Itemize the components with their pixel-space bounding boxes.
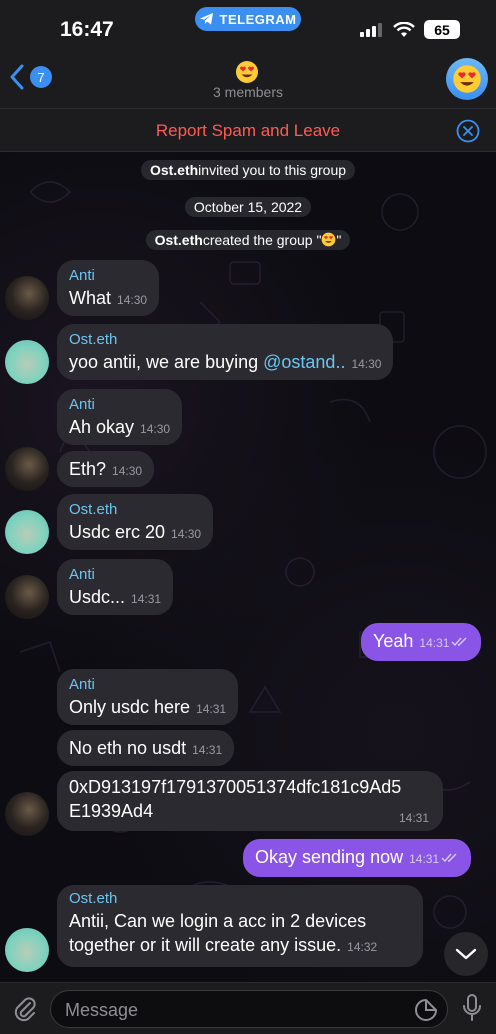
message-time: 14:30 — [351, 357, 382, 371]
message-text: What — [69, 288, 112, 308]
heart-eyes-emoji-icon — [322, 232, 336, 247]
message-input[interactable]: Message — [50, 990, 448, 1028]
report-spam-button[interactable]: Report Spam and Leave — [0, 121, 496, 141]
outgoing-message-bubble[interactable]: Yeah 14:31 — [361, 623, 482, 661]
close-icon[interactable] — [456, 119, 480, 143]
message-text-line: Antii, Can we login a acc in 2 devices — [69, 911, 367, 931]
avatar-ost-eth[interactable] — [5, 928, 49, 972]
message-text-line: together or it will create any issue. — [69, 935, 342, 955]
sender-name[interactable]: Ost.eth — [69, 330, 381, 350]
inviter-name[interactable]: Ost.eth — [150, 162, 198, 178]
avatar-anti[interactable] — [5, 447, 49, 491]
sender-name[interactable]: Ost.eth — [69, 500, 201, 520]
invite-text: invited you to this group — [198, 162, 347, 178]
message-bubble[interactable]: Ost.eth Usdc erc 20 14:30 — [57, 494, 214, 550]
message-time: 14:30 — [171, 527, 202, 541]
status-icons: 65 — [360, 20, 460, 39]
message-time: 14:30 — [117, 293, 148, 307]
message-bubble[interactable]: No eth no usdt 14:31 — [57, 730, 235, 766]
sender-name[interactable]: Ost.eth — [69, 889, 411, 909]
report-spam-bar: Report Spam and Leave — [0, 108, 496, 152]
message-bubble[interactable]: Anti Ah okay 14:30 — [57, 389, 183, 445]
message-time: 14:31 — [196, 702, 227, 716]
message-bubble[interactable]: Eth? 14:30 — [57, 451, 155, 487]
heart-eyes-emoji-icon — [453, 65, 481, 93]
message-text-line: 0xD913197f1791370051374dfc181c9Ad5 — [69, 777, 402, 797]
sticker-icon[interactable] — [415, 999, 437, 1021]
sender-name[interactable]: Anti — [69, 266, 147, 286]
group-avatar[interactable] — [446, 58, 488, 100]
avatar-ost-eth[interactable] — [5, 510, 49, 554]
message-time: 14:31 — [192, 743, 223, 757]
signal-icon — [360, 22, 382, 37]
message-text: Eth? — [69, 459, 107, 479]
creator-name[interactable]: Ost.eth — [155, 232, 203, 248]
message-text-line: E1939Ad4 — [69, 801, 154, 821]
message-text: yoo antii, we are buying — [69, 352, 264, 372]
message-bubble[interactable]: Ost.eth yoo antii, we are buying @ostand… — [57, 324, 394, 380]
double-check-icon — [451, 637, 467, 647]
message-text: Only usdc here — [69, 697, 191, 717]
attachment-icon[interactable] — [12, 995, 38, 1023]
sender-name[interactable]: Anti — [69, 565, 161, 585]
mention-link[interactable]: @ostand.. — [263, 352, 345, 372]
telegram-icon — [199, 13, 213, 25]
message-time: 14:30 — [140, 422, 171, 436]
message-text: Usdc... — [69, 587, 126, 607]
date-label: October 15, 2022 — [184, 197, 312, 217]
message-text: Yeah — [373, 631, 414, 651]
message-bubble[interactable]: Anti What 14:30 — [57, 260, 160, 316]
message-bubble[interactable]: Anti Only usdc here 14:31 — [57, 669, 239, 725]
message-text: Okay sending now — [255, 847, 404, 867]
app-pill-label: TELEGRAM — [219, 11, 297, 27]
message-text: Ah okay — [69, 417, 135, 437]
member-count: 3 members — [212, 84, 284, 100]
microphone-icon[interactable] — [462, 993, 482, 1023]
chevron-down-icon — [455, 948, 477, 960]
service-created: Ost.eth created the group " " — [0, 230, 496, 250]
scroll-to-bottom-button[interactable] — [444, 932, 488, 976]
message-time: 14:32 — [347, 940, 378, 954]
message-time: 14:31 — [398, 811, 429, 825]
message-text: No eth no usdt — [69, 738, 187, 758]
message-bubble[interactable]: Anti Usdc... 14:31 — [57, 559, 174, 615]
outgoing-message-bubble[interactable]: Okay sending now 14:31 — [243, 839, 472, 877]
service-invite: Ost.eth invited you to this group — [0, 160, 496, 180]
clock: 16:47 — [60, 18, 114, 41]
chat-header: 7 3 members — [0, 54, 496, 108]
message-time: 14:31 — [419, 636, 450, 650]
created-text: created the group " — [202, 232, 322, 248]
telegram-pill[interactable]: TELEGRAM — [195, 7, 301, 31]
sender-name[interactable]: Anti — [69, 675, 226, 695]
created-pill: Ost.eth created the group " " — [145, 230, 351, 250]
created-end: " — [336, 232, 342, 248]
message-time: 14:31 — [131, 592, 162, 606]
message-text: Usdc erc 20 — [69, 522, 166, 542]
message-input-bar: Message — [0, 982, 496, 1034]
message-placeholder: Message — [65, 1000, 139, 1020]
avatar-anti[interactable] — [5, 792, 49, 836]
heart-eyes-emoji-icon[interactable] — [235, 60, 259, 84]
double-check-icon — [441, 853, 457, 863]
message-bubble[interactable]: 0xD913197f1791370051374dfc181c9Ad5 E1939… — [57, 771, 443, 831]
battery-indicator: 65 — [424, 20, 460, 39]
invite-pill: Ost.eth invited you to this group — [140, 160, 356, 180]
message-time: 14:30 — [112, 464, 143, 478]
message-bubble[interactable]: Ost.eth Antii, Can we login a acc in 2 d… — [57, 885, 423, 967]
avatar-anti[interactable] — [5, 575, 49, 619]
message-time: 14:31 — [409, 852, 440, 866]
wifi-icon — [393, 21, 415, 37]
date-separator: October 15, 2022 — [0, 197, 496, 217]
avatar-anti[interactable] — [5, 276, 49, 320]
avatar-ost-eth[interactable] — [5, 340, 49, 384]
status-bar: 16:47 TELEGRAM 65 — [0, 0, 496, 54]
sender-name[interactable]: Anti — [69, 395, 170, 415]
